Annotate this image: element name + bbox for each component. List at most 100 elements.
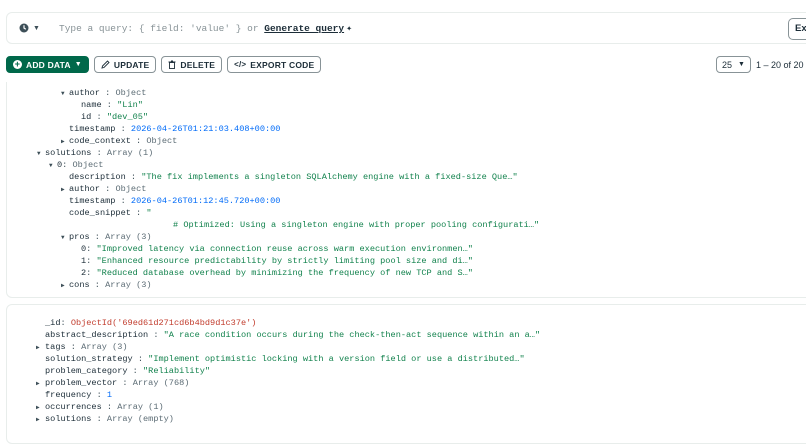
field-row: name : "Lin" [81, 100, 143, 110]
field-key: solutions [45, 414, 92, 424]
field-type: Object [146, 136, 178, 146]
generate-query-link[interactable]: Generate query [264, 23, 344, 34]
field-row: timestamp : 2026-04-26T01:12:45.720+00:0… [69, 196, 281, 206]
field-row: tags : Array (3) [45, 342, 128, 352]
field-type: Array (768) [132, 378, 190, 388]
array-index: 2 [81, 268, 87, 278]
field-row: author : Object [69, 88, 147, 98]
expand-toggle-icon[interactable]: ▶ [61, 184, 65, 195]
field-key: id [81, 112, 92, 122]
expand-toggle-icon[interactable]: ▶ [36, 402, 40, 413]
expand-toggle-icon[interactable]: ▼ [61, 88, 65, 99]
explain-button[interactable]: Ex [788, 18, 806, 40]
field-key: code_context [69, 136, 131, 146]
array-index: 1 [81, 256, 87, 266]
field-row: description : "The fix implements a sing… [69, 172, 518, 182]
array-value: "Reduced database overhead by minimizing… [96, 268, 473, 278]
field-row: 0: Object [57, 160, 104, 170]
field-key: timestamp [69, 124, 116, 134]
field-row: solutions : Array (empty) [45, 414, 174, 424]
field-row: timestamp : 2026-04-26T01:21:03.408+00:0… [69, 124, 281, 134]
field-key: tags [45, 342, 66, 352]
query-bar: ▼ Type a query: { field: 'value' } or Ge… [6, 12, 806, 44]
query-history-button[interactable]: ▼ [19, 23, 40, 33]
query-placeholder: Type a query: { field: 'value' } or [59, 23, 259, 34]
field-value: "The fix implements a singleton SQLAlche… [141, 172, 518, 182]
expand-toggle-icon[interactable]: ▼ [49, 160, 53, 171]
field-key: cons [69, 280, 90, 290]
clock-icon [19, 23, 29, 33]
field-key: name [81, 100, 102, 110]
add-data-button[interactable]: + ADD DATA ▼ [6, 56, 89, 73]
export-code-button[interactable]: </> EXPORT CODE [227, 56, 322, 73]
field-key: author [69, 184, 100, 194]
field-value-continuation: # Optimized: Using a singleton engine wi… [173, 220, 540, 230]
field-row: solution_strategy : "Implement optimisti… [45, 354, 525, 364]
update-button[interactable]: UPDATE [93, 56, 157, 73]
field-key: pros [69, 232, 90, 242]
chevron-down-icon: ▼ [738, 61, 745, 68]
field-row: id : "dev_05" [81, 112, 149, 122]
document-card: _id: ObjectId('69ed61d271cd6b4bd9d1c37e'… [6, 304, 806, 444]
field-type: Array (3) [81, 342, 128, 352]
field-value: "Reliability" [143, 366, 211, 376]
field-row: author : Object [69, 184, 147, 194]
pencil-icon [101, 60, 110, 69]
field-row: occurrences : Array (1) [45, 402, 164, 412]
field-type: Array (1) [106, 148, 154, 158]
export-code-label: EXPORT CODE [250, 59, 315, 70]
query-input[interactable]: Type a query: { field: 'value' } or Gene… [59, 23, 352, 35]
code-icon: </> [234, 60, 247, 69]
field-key: timestamp [69, 196, 116, 206]
page-size-select[interactable]: 25 ▼ [716, 56, 751, 73]
document-toolbar: + ADD DATA ▼ UPDATE DELETE </> EXPORT CO… [6, 56, 322, 73]
add-data-label: ADD DATA [26, 59, 71, 70]
field-type: Array (empty) [106, 414, 174, 424]
field-key: solution_strategy [45, 354, 133, 364]
expand-toggle-icon[interactable]: ▶ [36, 342, 40, 353]
delete-label: DELETE [180, 59, 216, 70]
chevron-down-icon: ▼ [74, 61, 82, 68]
array-item: 2: "Reduced database overhead by minimiz… [81, 268, 473, 278]
field-key: occurrences [45, 402, 102, 412]
field-row: code_context : Object [69, 136, 178, 146]
field-row: pros : Array (3) [69, 232, 152, 242]
field-value: "Implement optimistic locking with a ver… [148, 354, 525, 364]
pagination: 25 ▼ 1 – 20 of 20 [716, 56, 804, 73]
field-value: "dev_05" [106, 112, 149, 122]
expand-toggle-icon[interactable]: ▶ [61, 280, 65, 291]
field-row: solutions : Array (1) [45, 148, 154, 158]
update-label: UPDATE [113, 59, 150, 70]
expand-toggle-icon[interactable]: ▶ [36, 378, 40, 389]
expand-toggle-icon[interactable]: ▶ [36, 414, 40, 425]
array-item: 1: "Enhanced resource predictability by … [81, 256, 473, 266]
expand-toggle-icon[interactable]: ▼ [37, 148, 41, 159]
field-key: 0 [57, 160, 63, 170]
delete-button[interactable]: DELETE [161, 56, 223, 73]
trash-icon [168, 60, 176, 69]
field-key: problem_vector [45, 378, 118, 388]
field-key: abstract_description [45, 330, 149, 340]
field-key: problem_category [45, 366, 128, 376]
field-type: Object [115, 184, 147, 194]
plus-icon: + [13, 59, 22, 69]
page-size-value: 25 [722, 59, 733, 70]
field-row: cons : Array (3) [69, 280, 152, 290]
array-index: 0 [81, 244, 87, 254]
document-card: ▼ author : Object name : "Lin" id : "dev… [6, 82, 806, 298]
field-key: frequency [45, 390, 92, 400]
field-value: ObjectId('69ed61d271cd6b4bd9d1c37e') [70, 318, 257, 328]
field-type: Object [72, 160, 104, 170]
field-row: _id: ObjectId('69ed61d271cd6b4bd9d1c37e'… [45, 318, 257, 328]
expand-toggle-icon[interactable]: ▶ [61, 136, 65, 147]
field-key: solutions [45, 148, 92, 158]
field-type: Object [115, 88, 147, 98]
field-row: abstract_description : "A race condition… [45, 330, 541, 340]
field-value: 2026-04-26T01:21:03.408+00:00 [130, 124, 281, 134]
field-value: 2026-04-26T01:12:45.720+00:00 [130, 196, 281, 206]
expand-toggle-icon[interactable]: ▼ [61, 232, 65, 243]
field-value: " [146, 208, 152, 218]
sparkle-icon: ✦ [346, 24, 353, 35]
field-row: problem_vector : Array (768) [45, 378, 190, 388]
field-type: Array (1) [117, 402, 164, 412]
